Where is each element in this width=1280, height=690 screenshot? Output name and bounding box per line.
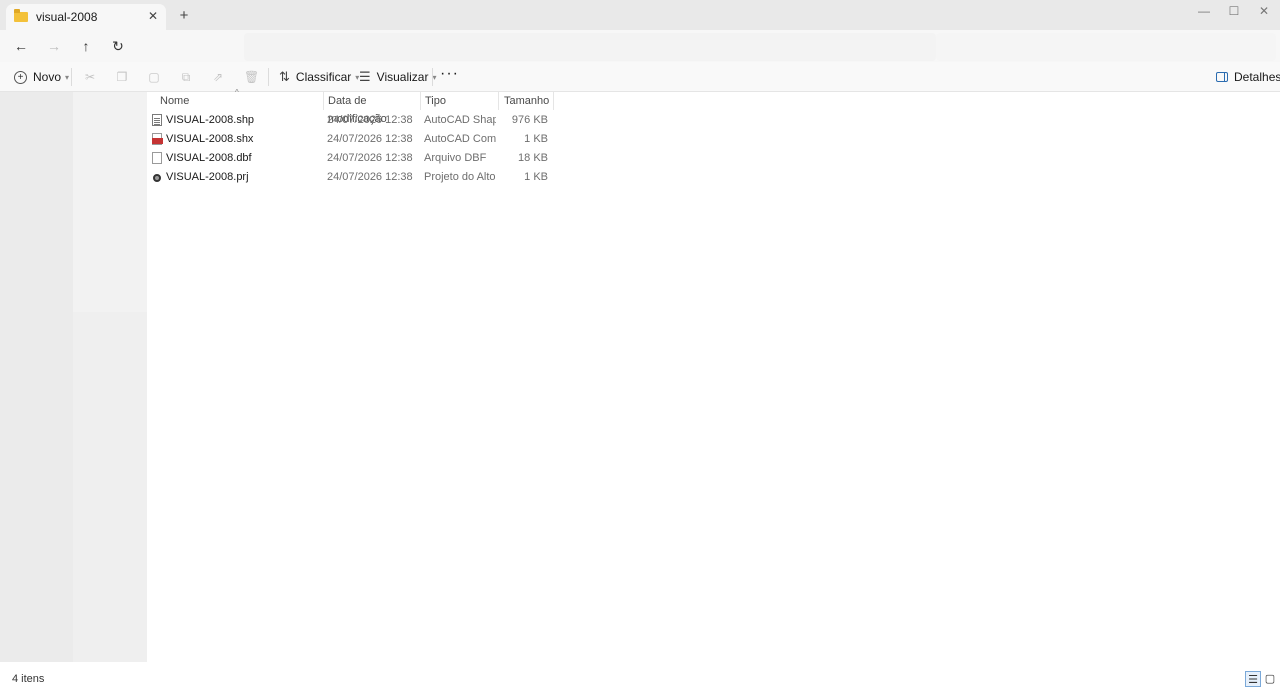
file-size: 1 KB <box>524 171 548 183</box>
file-date: 24/07/2026 12:38 <box>327 133 413 145</box>
divider <box>268 68 269 86</box>
file-size: 1 KB <box>524 133 548 145</box>
details-pane-icon <box>1216 72 1228 82</box>
blank-file-icon <box>152 152 164 165</box>
up-arrow-icon[interactable]: ↑ <box>76 36 96 56</box>
new-button-label: Novo <box>33 70 62 84</box>
file-type: AutoCAD Compil... <box>424 133 496 145</box>
view-button[interactable]: ☰ Visualizar ▾ <box>359 69 436 85</box>
view-button-label: Visualizar <box>376 70 429 84</box>
new-button[interactable]: + Novo ▾ <box>14 69 69 85</box>
nav-pane-block <box>0 92 73 662</box>
tab-title: visual-2008 <box>36 10 98 24</box>
file-name: VISUAL-2008.dbf <box>166 152 252 164</box>
file-name: VISUAL-2008.shx <box>166 133 254 145</box>
sort-button-label: Classificar <box>295 70 352 84</box>
altoqi-project-icon <box>152 171 164 184</box>
more-options-icon[interactable]: ··· <box>440 65 459 82</box>
column-divider <box>553 92 554 110</box>
plus-circle-icon: + <box>14 70 27 84</box>
folder-icon <box>14 9 28 22</box>
sort-button[interactable]: ⇅ Classificar ▾ <box>279 69 359 85</box>
file-type: Projeto do AltoQi ... <box>424 171 496 183</box>
file-list: ^ Nome Data de modificação Tipo Tamanho … <box>147 88 1280 662</box>
paste-icon[interactable]: ▢ <box>147 70 161 84</box>
share-icon[interactable]: ⇗ <box>211 70 225 84</box>
file-date: 24/07/2026 12:38 <box>327 114 413 126</box>
chevron-down-icon: ▾ <box>65 72 70 82</box>
file-size: 18 KB <box>518 152 548 164</box>
copy-icon[interactable]: ❐ <box>115 70 129 84</box>
maximize-icon[interactable]: ☐ <box>1224 4 1244 20</box>
tiles-view-icon[interactable]: ▢ <box>1262 671 1278 687</box>
status-bar: 4 itens ☰ ▢ <box>0 668 1280 690</box>
autocad-shx-icon <box>152 133 164 146</box>
refresh-icon[interactable]: ↻ <box>108 36 128 56</box>
view-lines-icon: ☰ <box>359 69 371 84</box>
file-date: 24/07/2026 12:38 <box>327 171 413 183</box>
close-tab-icon[interactable]: ✕ <box>146 9 160 23</box>
divider <box>432 68 433 86</box>
file-size: 976 KB <box>511 114 548 126</box>
column-header-date[interactable]: Data de modificação <box>323 92 420 125</box>
tab-visual-2008[interactable]: visual-2008 ✕ <box>6 4 166 30</box>
column-header-name[interactable]: Nome <box>160 92 323 110</box>
chevron-down-icon: ▾ <box>432 72 437 82</box>
details-button-label: Detalhes <box>1234 70 1280 84</box>
delete-icon[interactable]: 🗑 <box>244 70 259 84</box>
divider <box>71 68 72 86</box>
rename-icon[interactable]: ⧉ <box>179 70 193 84</box>
details-pane-button[interactable]: Detalhes <box>1216 69 1280 85</box>
cut-icon[interactable]: ✂ <box>83 70 97 84</box>
file-explorer-window: visual-2008 ✕ + — ☐ ✕ ← → ↑ ↻ + Novo ▾ ✂… <box>0 0 1280 686</box>
nav-pane-block <box>73 92 147 312</box>
file-name: VISUAL-2008.prj <box>166 171 249 183</box>
address-field[interactable] <box>244 33 936 61</box>
minimize-icon[interactable]: — <box>1194 4 1214 20</box>
column-header-type[interactable]: Tipo <box>420 92 498 110</box>
sort-arrows-icon: ⇅ <box>279 69 290 84</box>
file-name: VISUAL-2008.shp <box>166 114 255 126</box>
file-row[interactable]: VISUAL-2008.shp 24/07/2026 12:38 AutoCAD… <box>147 111 557 130</box>
navigation-pane[interactable] <box>0 92 147 662</box>
command-bar: + Novo ▾ ✂ ❐ ▢ ⧉ ⇗ 🗑 ⇅ Classificar ▾ ☰ V… <box>0 62 1280 92</box>
forward-arrow-icon[interactable]: → <box>44 36 64 56</box>
file-row[interactable]: VISUAL-2008.prj 24/07/2026 12:38 Projeto… <box>147 168 557 187</box>
file-type: AutoCAD Shape S... <box>424 114 496 126</box>
file-type: Arquivo DBF <box>424 152 487 164</box>
new-tab-icon[interactable]: + <box>176 8 192 24</box>
back-arrow-icon[interactable]: ← <box>11 36 31 56</box>
document-lines-icon <box>152 114 164 127</box>
address-bar-row: ← → ↑ ↻ <box>0 30 1280 62</box>
item-count: 4 itens <box>12 673 45 685</box>
search-field[interactable] <box>936 33 1276 61</box>
details-view-icon[interactable]: ☰ <box>1245 671 1261 687</box>
column-header-size[interactable]: Tamanho <box>498 92 554 110</box>
file-row[interactable]: VISUAL-2008.dbf 24/07/2026 12:38 Arquivo… <box>147 149 557 168</box>
file-date: 24/07/2026 12:38 <box>327 152 413 164</box>
close-window-icon[interactable]: ✕ <box>1254 4 1274 20</box>
file-row[interactable]: VISUAL-2008.shx 24/07/2026 12:38 AutoCAD… <box>147 130 557 149</box>
title-bar: visual-2008 ✕ + — ☐ ✕ <box>0 0 1280 30</box>
